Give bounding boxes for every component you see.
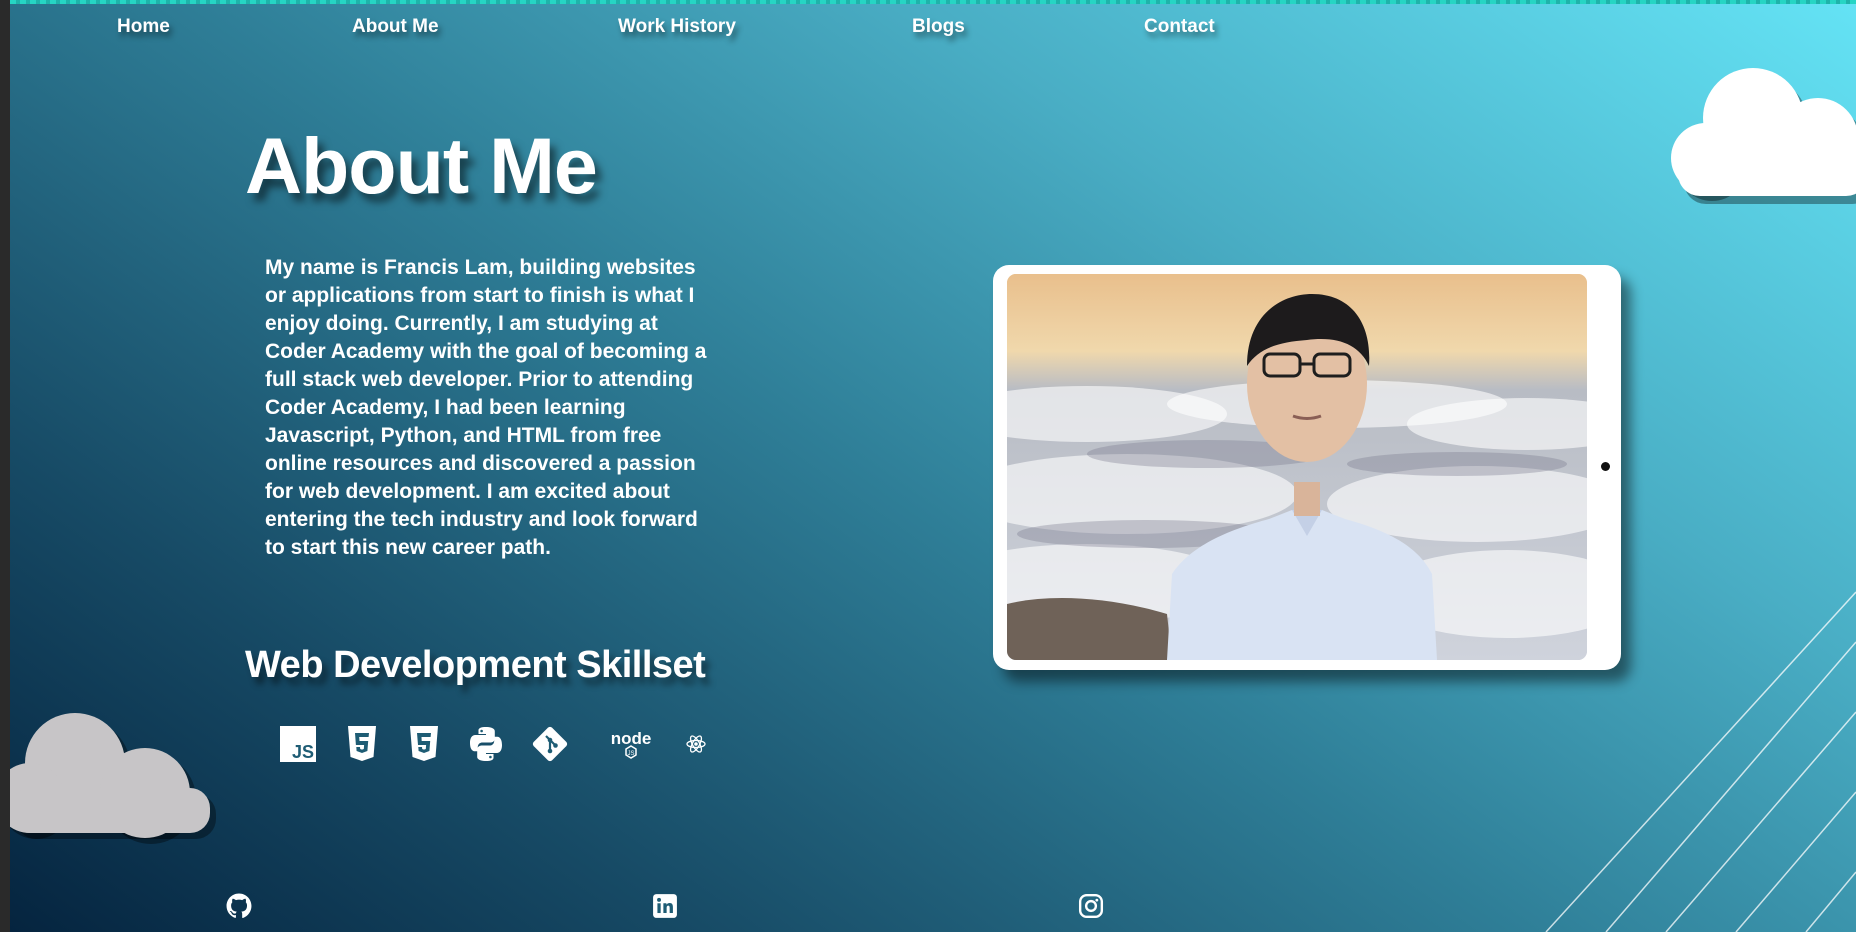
social-links (10, 893, 1856, 919)
profile-tablet-frame (993, 265, 1621, 670)
cloud-top-right (1671, 68, 1856, 204)
linkedin-icon[interactable] (652, 893, 678, 919)
javascript-icon: JS (278, 722, 318, 766)
page-title: About Me (245, 121, 598, 210)
nav-home[interactable]: Home (117, 16, 170, 38)
css3-icon (404, 722, 444, 766)
javascript-icon-label: JS (292, 742, 314, 762)
nav-contact[interactable]: Contact (1144, 16, 1215, 38)
github-icon[interactable] (226, 893, 252, 919)
tablet-camera (1601, 462, 1610, 471)
nav-blogs[interactable]: Blogs (912, 16, 965, 38)
svg-text:JS: JS (627, 751, 634, 757)
top-stripe (10, 0, 1856, 4)
react-icon (682, 722, 710, 766)
git-icon (530, 722, 570, 766)
instagram-icon[interactable] (1078, 893, 1104, 919)
nav-work-history[interactable]: Work History (618, 16, 736, 38)
cloud-bottom-left (10, 713, 216, 844)
profile-photo (1007, 274, 1587, 660)
page: Home About Me Work History Blogs Contact… (10, 0, 1856, 932)
html5-icon (342, 722, 382, 766)
bio-text: My name is Francis Lam, building website… (265, 256, 707, 559)
main-nav: Home About Me Work History Blogs Contact (10, 16, 1856, 46)
python-icon (466, 722, 506, 766)
nav-about-me[interactable]: About Me (352, 16, 439, 38)
skills-heading: Web Development Skillset (245, 644, 706, 686)
nodejs-icon: node JS (604, 722, 658, 766)
